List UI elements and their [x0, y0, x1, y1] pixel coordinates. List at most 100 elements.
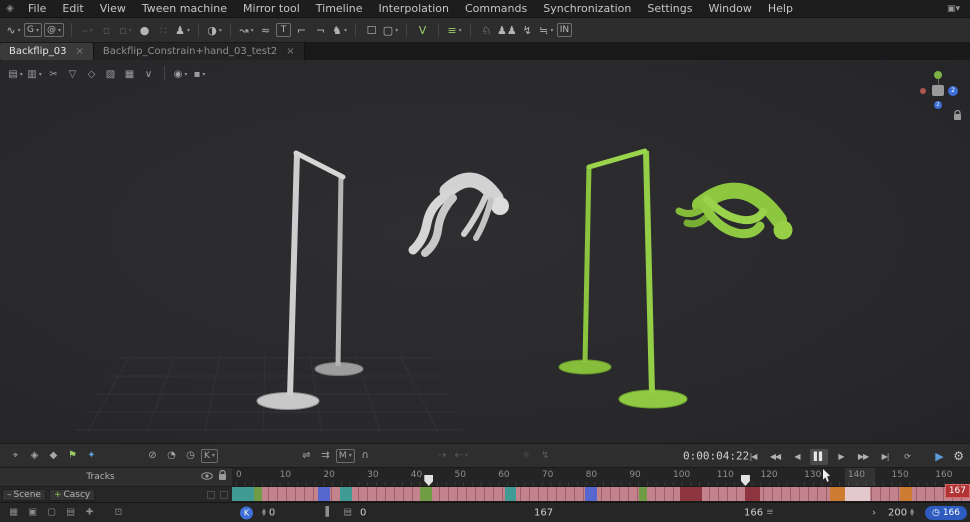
- menu-item[interactable]: Edit: [54, 0, 91, 18]
- track-solo-toggle[interactable]: [220, 490, 228, 499]
- scene-track-chip[interactable]: – Scene: [2, 488, 46, 501]
- tab-close-icon[interactable]: ×: [286, 46, 294, 57]
- interp-bezier-icon[interactable]: ⇉: [317, 447, 334, 464]
- viewport-3d[interactable]: ▤▥✂▽◇▧▦∨ ◉▪: [0, 60, 970, 443]
- scene-canvas[interactable]: [0, 60, 970, 443]
- input-mode-icon[interactable]: IN: [556, 23, 573, 37]
- interpolation-tool-icon[interactable]: ≒: [538, 22, 555, 39]
- fixation-alt-icon[interactable]: ▫: [117, 22, 134, 39]
- step-forward-button[interactable]: ▶: [832, 449, 850, 465]
- animation-cycle-icon[interactable]: ♞: [331, 22, 348, 39]
- polygon-tool-icon[interactable]: ◇: [83, 66, 100, 83]
- tab-close-icon[interactable]: ×: [75, 46, 83, 57]
- current-frame-field[interactable]: 167: [534, 507, 553, 518]
- magnet-icon[interactable]: ↯: [537, 447, 554, 464]
- autoposing-icon[interactable]: @: [44, 23, 65, 37]
- timeline-ruler[interactable]: 0 10 20 30 40 50 60 70 80 90 100 110 120 130 140 150 160: [232, 468, 970, 487]
- gizmo-axis-badge[interactable]: 2: [934, 101, 942, 109]
- menu-item[interactable]: Window: [700, 0, 759, 18]
- camera-icon[interactable]: ◉: [172, 66, 189, 83]
- add-item-icon[interactable]: ✚: [81, 504, 98, 521]
- gizmo-center-cube[interactable]: [932, 85, 944, 96]
- selection-box-icon[interactable]: ☐: [363, 22, 380, 39]
- menu-item[interactable]: Settings: [639, 0, 700, 18]
- cut-tool-icon[interactable]: ✂: [45, 66, 62, 83]
- end-frame-menu-icon[interactable]: ≡: [766, 508, 774, 518]
- next-keyframe-button[interactable]: ▶▶: [854, 449, 872, 465]
- curve-select-icon[interactable]: ∿: [5, 22, 22, 39]
- tab-backflip-03[interactable]: Backflip_03 ×: [0, 43, 94, 60]
- point-mode-icon[interactable]: ●: [136, 22, 153, 39]
- menu-item[interactable]: Timeline: [308, 0, 371, 18]
- rig-mode-icon[interactable]: ≡: [446, 22, 463, 39]
- display-board-alt-icon[interactable]: ▥: [26, 66, 43, 83]
- pose-jump-icon[interactable]: ♘: [478, 22, 495, 39]
- gizmo-x-axis-dot[interactable]: [920, 88, 926, 94]
- pose-copy-icon[interactable]: ♟♟: [497, 22, 517, 39]
- angle-snap-icon[interactable]: ⌐: [293, 22, 310, 39]
- collapse-icon[interactable]: –: [7, 490, 12, 500]
- mesh-visibility-icon[interactable]: ▧: [102, 66, 119, 83]
- multi-point-icon[interactable]: ∷: [155, 22, 172, 39]
- playhead-marker[interactable]: [424, 475, 434, 486]
- menu-item[interactable]: Synchronization: [535, 0, 639, 18]
- ghost-back-icon[interactable]: ⇠: [453, 447, 470, 464]
- normals-icon[interactable]: ∨: [140, 66, 157, 83]
- range-start-field[interactable]: 0: [269, 507, 275, 518]
- track-mute-toggle[interactable]: [207, 490, 215, 499]
- add-track-icon[interactable]: ▦: [5, 504, 22, 521]
- menu-item[interactable]: View: [92, 0, 134, 18]
- go-to-start-button[interactable]: |◀: [744, 449, 762, 465]
- playback-end-field[interactable]: 200: [888, 507, 907, 518]
- playhead-marker[interactable]: [740, 475, 750, 486]
- ghost-forward-icon[interactable]: ⇢: [434, 447, 451, 464]
- camera-options-icon[interactable]: ▪: [191, 66, 208, 83]
- menu-item[interactable]: Tween machine: [134, 0, 235, 18]
- gizmo-z-axis-badge[interactable]: 2: [948, 86, 958, 96]
- gizmo-y-axis-dot[interactable]: [934, 71, 942, 85]
- menu-item[interactable]: Commands: [457, 0, 535, 18]
- menu-item[interactable]: File: [20, 0, 54, 18]
- interp-mode-icon[interactable]: ⇌: [298, 447, 315, 464]
- step-back-button[interactable]: ◀: [788, 449, 806, 465]
- disable-interval-icon[interactable]: ⊘: [144, 447, 161, 464]
- fixation-icon[interactable]: ▫: [98, 22, 115, 39]
- track-list-icon[interactable]: ▤: [62, 504, 79, 521]
- relax-tool-icon[interactable]: –: [79, 22, 96, 39]
- menu-item[interactable]: Help: [760, 0, 801, 18]
- pause-button[interactable]: ▌▌: [810, 448, 828, 465]
- keyframe-track[interactable]: 167: [232, 484, 970, 502]
- duration-badge[interactable]: ◷ 166: [924, 505, 967, 520]
- keyframe-add-icon[interactable]: ◆: [45, 447, 62, 464]
- grid-visibility-icon[interactable]: ▦: [121, 66, 138, 83]
- go-to-end-button[interactable]: ▶|: [876, 449, 894, 465]
- trajectory-icon[interactable]: ↝: [238, 22, 255, 39]
- range-start-stepper[interactable]: ▲ ▼: [262, 508, 266, 517]
- character-mode-icon[interactable]: ♟: [174, 22, 191, 39]
- prev-keyframe-button[interactable]: ◀◀: [766, 449, 784, 465]
- advance-arrow-icon[interactable]: ›: [872, 507, 876, 518]
- expand-icon[interactable]: ⊡: [110, 504, 127, 521]
- menu-item[interactable]: Interpolation: [371, 0, 457, 18]
- ghost-mode-icon[interactable]: G: [24, 23, 42, 37]
- filter-icon[interactable]: ▽: [64, 66, 81, 83]
- timing-icon[interactable]: ◔: [163, 447, 180, 464]
- tangent-tool-icon[interactable]: ≈: [257, 22, 274, 39]
- tracks-lock-icon[interactable]: [218, 469, 227, 484]
- autokey-indicator[interactable]: K: [240, 506, 253, 519]
- tracks-visibility-eye-icon[interactable]: [201, 471, 213, 483]
- center-selection-icon[interactable]: ⌖: [7, 447, 24, 464]
- track-lock-icon[interactable]: ▢: [43, 504, 60, 521]
- tab-backflip-constrain[interactable]: Backflip_Constrain+hand_03_test2 ×: [93, 43, 305, 60]
- playback-settings-icon[interactable]: ⚙: [953, 449, 964, 463]
- navigation-gizmo[interactable]: 2 2: [918, 70, 958, 110]
- playback-end-stepper[interactable]: ▲ ▼: [910, 508, 914, 517]
- autokey-icon[interactable]: K: [201, 448, 218, 463]
- fulcrum-icon[interactable]: ◈: [26, 447, 43, 464]
- end-frame-field[interactable]: 166: [744, 507, 763, 518]
- interval-flag-icon[interactable]: ⚑: [64, 447, 81, 464]
- window-layout-icon[interactable]: ▣▾: [937, 4, 970, 14]
- loop-toggle-button[interactable]: ⟳: [898, 449, 916, 465]
- app-logo-icon[interactable]: ◈: [0, 3, 20, 14]
- menu-item[interactable]: Mirror tool: [235, 0, 308, 18]
